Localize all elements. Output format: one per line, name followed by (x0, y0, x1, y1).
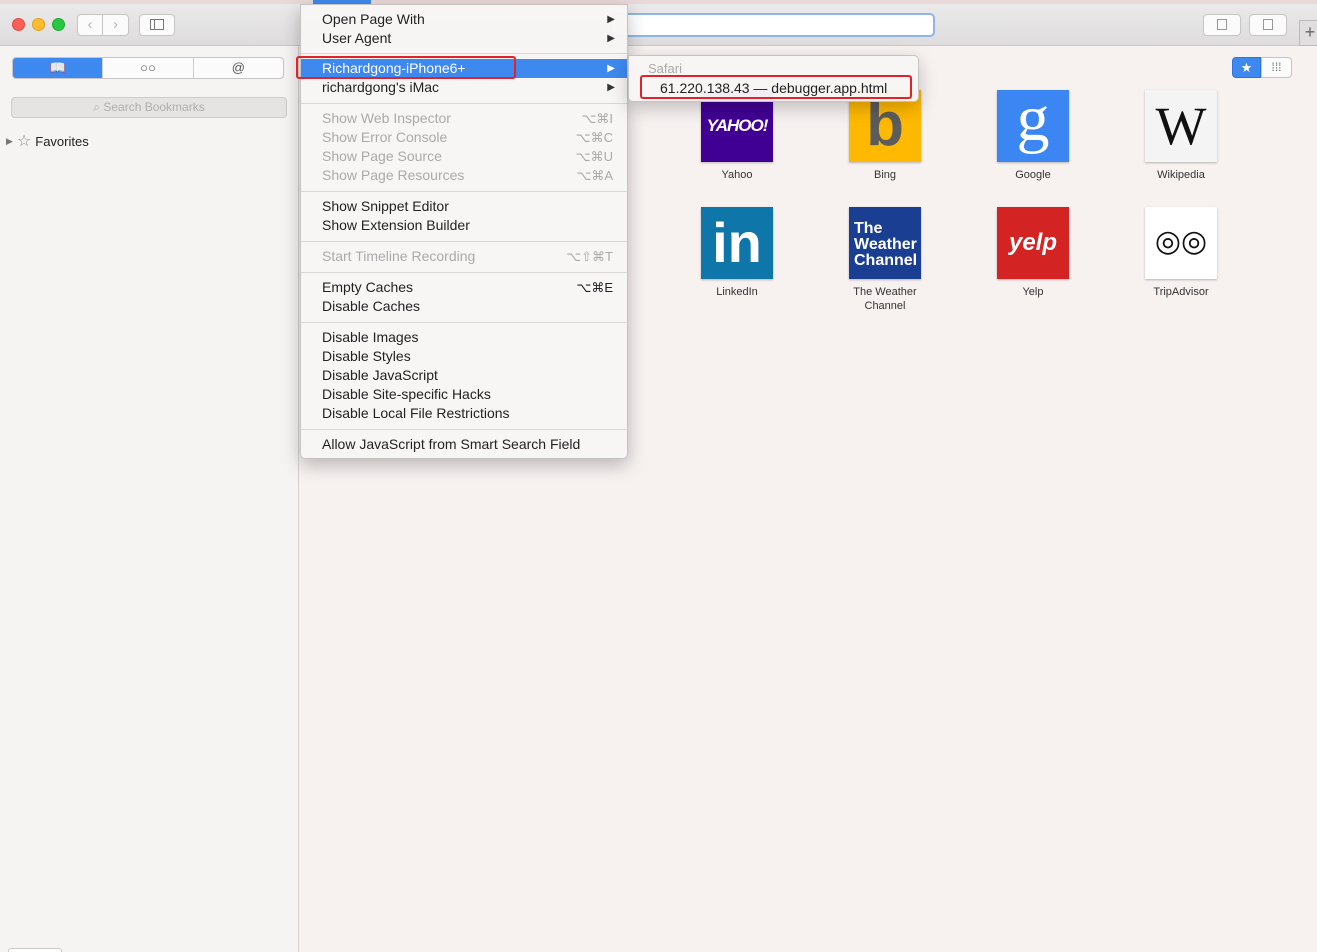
disclosure-triangle-icon[interactable]: ▶ (6, 136, 13, 147)
top-sites-view-button[interactable]: ⁞⁞⁞ (1261, 57, 1292, 78)
shortcut: ⌥⌘I (581, 111, 613, 126)
favorites-folder[interactable]: ▶ ☆ Favorites (6, 131, 89, 151)
menu-item-start-timeline-recording: Start Timeline Recording ⌥⇧⌘T (322, 248, 613, 264)
shortcut: ⌥⌘U (575, 149, 613, 164)
menu-item-disable-caches[interactable]: Disable Caches (301, 297, 627, 316)
site-label: Wikipedia (1157, 169, 1205, 181)
zoom-window-button[interactable] (52, 18, 65, 31)
bookmarks-sidebar: 📖 ○○ @ ⌕ Search Bookmarks ▶ ☆ Favorites (0, 46, 299, 952)
shortcut: ⌥⇧⌘T (566, 249, 613, 264)
menu-item-richardgongs-imac[interactable]: richardgong's iMac ▶ (301, 78, 627, 97)
close-window-button[interactable] (12, 18, 25, 31)
minimize-window-button[interactable] (32, 18, 45, 31)
wikipedia-tile: W (1145, 90, 1217, 162)
site-label: TripAdvisor (1153, 286, 1209, 298)
site-label: The Weather Channel (853, 286, 917, 312)
chevron-left-icon: ‹ (87, 16, 93, 33)
submenu-arrow-icon: ▶ (607, 33, 615, 44)
menu-separator (301, 53, 627, 54)
favorite-wikipedia[interactable]: W Wikipedia (1121, 90, 1241, 182)
weather-channel-tile: The Weather Channel (849, 207, 921, 279)
grid-icon: ⁞⁞⁞ (1271, 60, 1282, 74)
menu-item-user-agent[interactable]: User Agent ▶ (301, 29, 627, 48)
show-all-tabs-button[interactable] (1249, 14, 1287, 36)
search-placeholder: Search Bookmarks (103, 100, 205, 114)
menu-item-show-error-console: Show Error Console ⌥⌘C (322, 129, 613, 145)
tabs-icon (1263, 19, 1273, 30)
menu-separator (301, 241, 627, 242)
site-label: Yelp (1022, 286, 1044, 298)
sidebar-tab-bar: 📖 ○○ @ (12, 57, 284, 79)
tab-shared-links[interactable]: @ (192, 58, 283, 78)
sidebar-toggle-button[interactable] (139, 14, 175, 36)
menu-item-disable-styles[interactable]: Disable Styles (301, 347, 627, 366)
menu-item-show-page-source: Show Page Source ⌥⌘U (322, 148, 613, 164)
menu-item-show-extension-builder[interactable]: Show Extension Builder (301, 216, 627, 235)
star-icon: ☆ (16, 133, 32, 150)
glasses-icon: ○○ (140, 60, 156, 75)
favorites-view-button[interactable]: ★ (1232, 57, 1261, 78)
menu-item-empty-caches[interactable]: Empty Caches ⌥⌘E (301, 278, 627, 297)
site-label: Yahoo (721, 169, 753, 181)
favorite-weather-channel[interactable]: The Weather Channel The Weather Channel (825, 207, 945, 313)
owl-icon: ◎◎ (1154, 225, 1208, 258)
search-icon: ⌕ (93, 100, 104, 114)
star-icon: ★ (1240, 60, 1253, 75)
shortcut: ⌥⌘A (576, 168, 613, 183)
tripadvisor-tile: ◎◎ (1145, 207, 1217, 279)
menu-item-show-snippet-editor[interactable]: Show Snippet Editor (301, 197, 627, 216)
tab-reading-list[interactable]: ○○ (102, 58, 192, 78)
menu-item-open-page-with[interactable]: Open Page With ▶ (301, 10, 627, 29)
menu-separator (301, 322, 627, 323)
favorite-linkedin[interactable]: in LinkedIn (677, 207, 797, 299)
share-icon (1217, 19, 1227, 30)
favorites-label: Favorites (35, 133, 89, 149)
menu-separator (301, 272, 627, 273)
menu-separator (301, 103, 627, 104)
back-button[interactable]: ‹ (77, 14, 103, 36)
menu-item-disable-local-file-restrictions[interactable]: Disable Local File Restrictions (301, 404, 627, 423)
menu-separator (301, 191, 627, 192)
favorite-yahoo[interactable]: YAHOO! Yahoo (677, 90, 797, 182)
favorite-google[interactable]: g Google (973, 90, 1093, 182)
yelp-tile: yelp (997, 207, 1069, 279)
google-tile: g (997, 90, 1069, 162)
tab-bookmarks[interactable]: 📖 (13, 58, 103, 78)
menu-item-show-page-resources: Show Page Resources ⌥⌘A (322, 167, 613, 183)
share-button[interactable] (1203, 14, 1241, 36)
at-icon: @ (231, 60, 245, 75)
chevron-right-icon: › (113, 16, 118, 33)
book-icon: 📖 (49, 60, 66, 75)
site-label: Bing (873, 169, 897, 181)
menu-item-show-web-inspector: Show Web Inspector ⌥⌘I (322, 110, 613, 126)
submenu-arrow-icon: ▶ (607, 14, 615, 25)
new-tab-button[interactable]: + (1299, 20, 1317, 46)
site-label: LinkedIn (716, 286, 758, 298)
shortcut: ⌥⌘E (576, 280, 613, 295)
favorite-yelp[interactable]: yelp Yelp (973, 207, 1093, 299)
submenu-header: Safari (648, 61, 682, 76)
menu-item-disable-site-specific-hacks[interactable]: Disable Site-specific Hacks (301, 385, 627, 404)
menu-separator (301, 429, 627, 430)
search-bookmarks-input[interactable]: ⌕ Search Bookmarks (11, 97, 287, 118)
submenu-arrow-icon: ▶ (607, 63, 615, 74)
highlight-box-device (296, 56, 516, 79)
window-toolbar: ‹ › + (0, 0, 1317, 46)
plus-icon: + (1304, 22, 1316, 42)
highlight-box-page (640, 75, 912, 99)
site-label: Google (1015, 169, 1051, 181)
menu-item-disable-javascript[interactable]: Disable JavaScript (301, 366, 627, 385)
submenu-arrow-icon: ▶ (607, 82, 615, 93)
sidebar-icon (150, 19, 164, 30)
favorite-bing[interactable]: b Bing (825, 90, 945, 182)
linkedin-tile: in (701, 207, 773, 279)
menu-item-disable-images[interactable]: Disable Images (301, 328, 627, 347)
address-bar[interactable] (610, 13, 935, 37)
shortcut: ⌥⌘C (575, 130, 613, 145)
sidebar-add-button[interactable] (8, 948, 62, 952)
forward-button[interactable]: › (103, 14, 129, 36)
menu-item-allow-javascript-smart-search[interactable]: Allow JavaScript from Smart Search Field (301, 435, 627, 454)
favorite-tripadvisor[interactable]: ◎◎ TripAdvisor (1121, 207, 1241, 299)
